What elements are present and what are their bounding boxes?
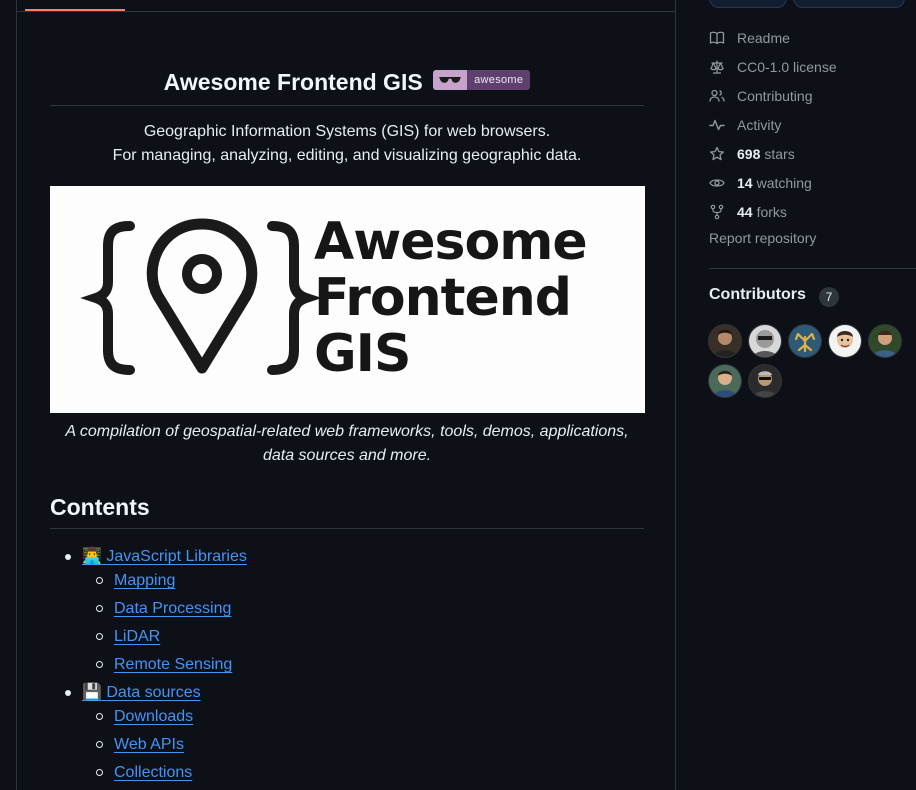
readme-link-label: Readme	[737, 30, 790, 46]
contributor-avatar[interactable]	[709, 325, 741, 357]
contributing-link[interactable]: Contributing	[709, 85, 813, 107]
toc-link-remote-sensing[interactable]: Remote Sensing	[114, 656, 232, 673]
readme-link[interactable]: Readme	[709, 27, 790, 49]
license-link[interactable]: CC0-1.0 license	[709, 56, 837, 78]
toc-link-data-processing[interactable]: Data Processing	[114, 600, 231, 617]
toc-link-javascript-libraries[interactable]: 👨‍💻 JavaScript Libraries	[82, 548, 247, 565]
toc-subitem: LiDAR	[96, 625, 160, 649]
page-title: Awesome Frontend GIS	[163, 69, 423, 95]
toc-subitem: Data Processing	[96, 597, 231, 621]
contributor-avatar[interactable]	[829, 325, 861, 357]
caption-line-2: data sources and more.	[262, 447, 432, 464]
stars-link[interactable]: 698 stars	[709, 143, 795, 165]
toc-subitem: Downloads	[96, 705, 193, 729]
stars-count: 698	[737, 146, 761, 162]
readme-panel: Awesome Frontend GIS awesome Geographic …	[16, 0, 676, 790]
hero-logo-image: Awesome Frontend GIS	[50, 186, 645, 413]
hero-line: Frontend	[314, 268, 572, 328]
tab-divider	[17, 11, 675, 12]
pulse-icon	[709, 119, 725, 131]
contributor-avatar[interactable]	[749, 365, 781, 397]
bullet	[65, 554, 71, 560]
hero-text: Awesome Frontend GIS	[314, 212, 588, 384]
eye-icon	[709, 179, 725, 187]
contributor-avatar[interactable]	[869, 325, 901, 357]
toc-link-web-apis[interactable]: Web APIs	[114, 736, 184, 753]
toc-item: 👨‍💻 JavaScript Libraries	[65, 545, 247, 569]
floppy-disk-emoji-icon: 💾	[82, 684, 102, 701]
toc-subitem: Remote Sensing	[96, 653, 232, 677]
toc-link-lidar[interactable]: LiDAR	[114, 628, 160, 645]
toc-link-label: Data sources	[106, 684, 201, 701]
sunglasses-icon	[433, 70, 468, 90]
law-icon	[710, 60, 724, 74]
star-icon	[710, 146, 724, 161]
bullet	[96, 741, 103, 748]
activity-link[interactable]: Activity	[709, 114, 781, 136]
sidebar-divider	[709, 268, 916, 269]
hero-line: Awesome	[314, 212, 588, 272]
contributor-avatar[interactable]	[749, 325, 781, 357]
activity-link-label: Activity	[737, 117, 782, 133]
awesome-badge[interactable]: awesome	[433, 70, 531, 90]
contributors-count-badge: 7	[819, 287, 839, 307]
contributing-link-label: Contributing	[737, 88, 813, 104]
repo-sidebar: Readme CC0-1.0 license Contributing Acti…	[709, 0, 916, 776]
topic-tag[interactable]	[709, 0, 787, 8]
intro-line-2: For managing, analyzing, editing, and vi…	[112, 147, 582, 164]
watching-label: watching	[756, 175, 812, 191]
toc-subitem: Mapping	[96, 569, 175, 593]
forks-link[interactable]: 44 forks	[709, 201, 787, 223]
toc-link-collections[interactable]: Collections	[114, 764, 192, 781]
contributor-avatar[interactable]	[709, 365, 741, 397]
intro-line-1: Geographic Information Systems (GIS) for…	[143, 123, 551, 140]
fork-icon	[710, 204, 724, 220]
bullet	[96, 577, 103, 584]
forks-label: forks	[756, 204, 787, 220]
readme-title-row: Awesome Frontend GIS awesome	[50, 62, 644, 106]
stars-label: stars	[764, 146, 795, 162]
watchers-link[interactable]: 14 watching	[709, 172, 812, 194]
contributor-avatar[interactable]	[789, 325, 821, 357]
people-icon	[709, 89, 725, 102]
toc-subitem: Collections	[96, 761, 192, 785]
topic-tag[interactable]	[793, 0, 905, 8]
bullet	[96, 605, 103, 612]
forks-count: 44	[737, 204, 753, 220]
bullet	[96, 713, 103, 720]
bullet	[96, 633, 103, 640]
toc-link-data-sources[interactable]: 💾 Data sources	[82, 684, 201, 701]
book-icon	[709, 31, 725, 45]
awesome-badge-label: awesome	[467, 70, 531, 90]
active-tab-indicator	[25, 9, 125, 11]
contents-heading: Contents	[50, 490, 644, 529]
hero-line: GIS	[314, 324, 411, 384]
toc-link-downloads[interactable]: Downloads	[114, 708, 193, 725]
license-link-label: CC0-1.0 license	[737, 59, 837, 75]
watching-count: 14	[737, 175, 753, 191]
technologist-emoji-icon: 👨‍💻	[82, 548, 102, 565]
toc-link-label: JavaScript Libraries	[106, 548, 247, 565]
bullet	[96, 661, 103, 668]
bullet	[65, 690, 71, 696]
toc-link-mapping[interactable]: Mapping	[114, 572, 175, 589]
report-repository-link[interactable]: Report repository	[709, 230, 816, 246]
contributors-heading[interactable]: Contributors	[709, 286, 806, 304]
caption-line-1: A compilation of geospatial-related web …	[65, 423, 629, 440]
toc-subitem: Web APIs	[96, 733, 184, 757]
bullet	[96, 769, 103, 776]
toc-item: 💾 Data sources	[65, 681, 201, 705]
